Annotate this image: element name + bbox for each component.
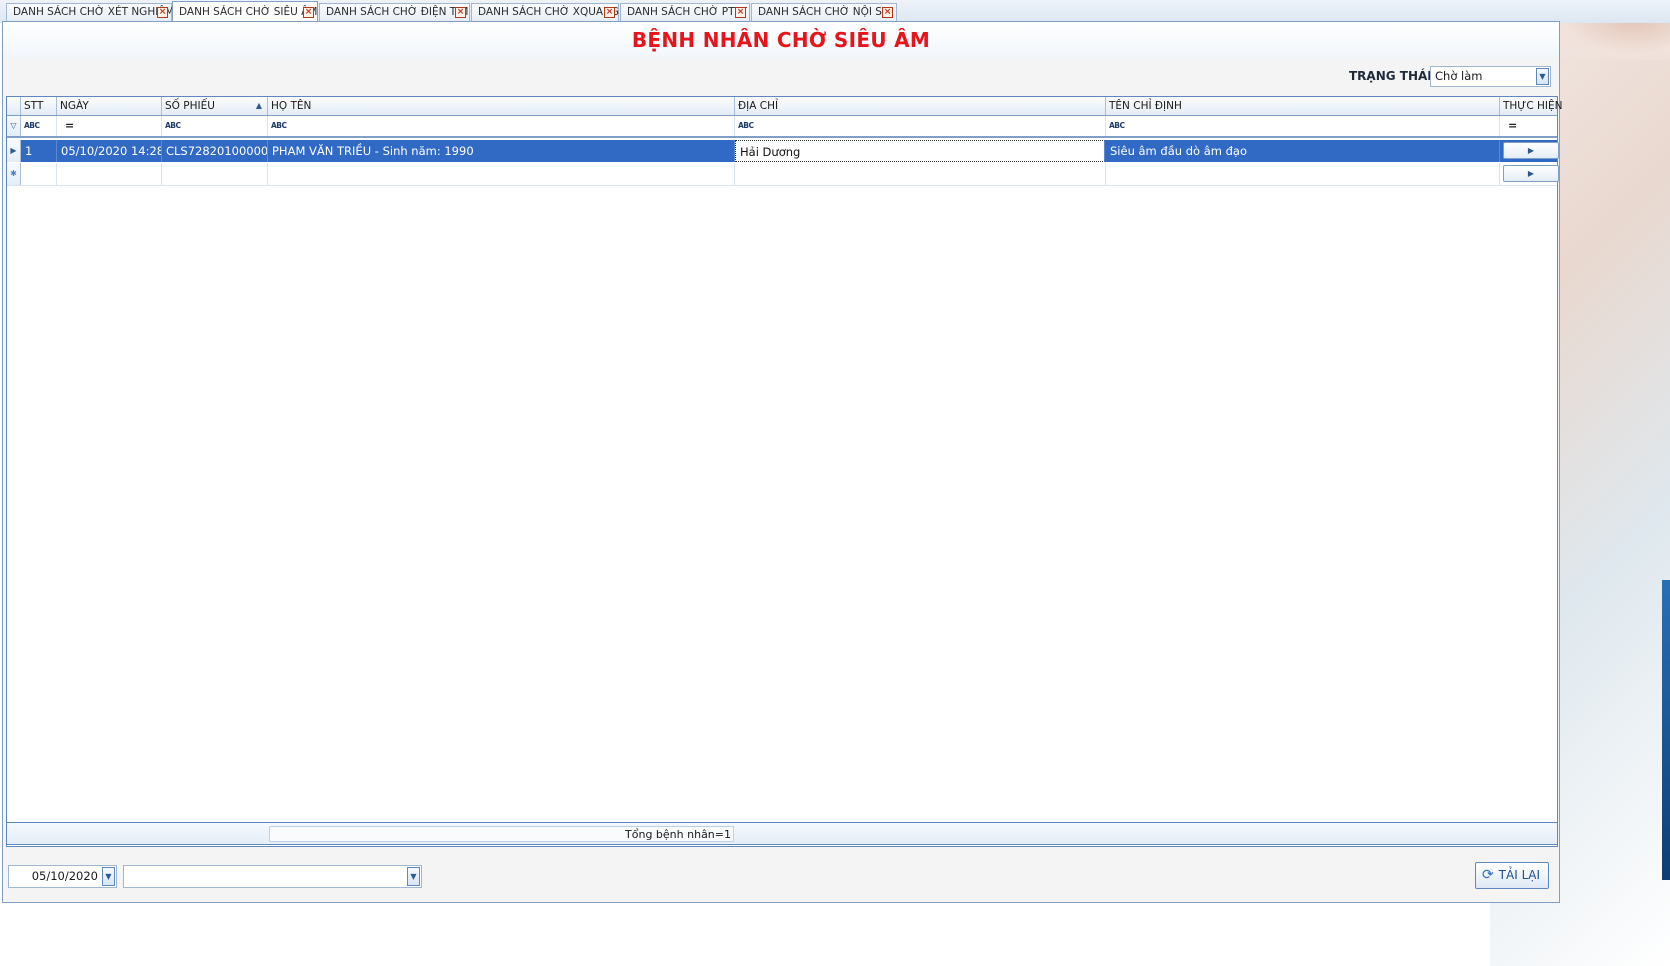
cell-ho-ten[interactable] xyxy=(268,163,735,185)
filter-cell-ho-ten[interactable]: ABC xyxy=(268,116,735,136)
table-row[interactable]: ▶ 1 05/10/2020 14:28 CLS728201000001 PHA… xyxy=(7,140,1559,162)
sort-ascending-icon: ▲ xyxy=(255,101,262,110)
total-patients: Tổng bệnh nhân=1 xyxy=(269,826,734,842)
filter-icon[interactable]: ▽ xyxy=(7,116,21,136)
filter-cell-ngay[interactable]: = xyxy=(57,116,162,136)
tab-xet-nghiem[interactable]: DANH SÁCH CHỜ XÉT NGHIỆM × xyxy=(6,3,175,21)
filter-cell-thuc-hien[interactable]: = xyxy=(1500,116,1557,136)
tab-noi-soi[interactable]: DANH SÁCH CHỜ NỘI SOI × xyxy=(751,3,897,21)
cell-stt[interactable] xyxy=(21,163,57,185)
column-header-stt[interactable]: STT xyxy=(21,97,57,115)
column-header-so-phieu[interactable]: SỐ PHIẾU ▲ xyxy=(162,97,268,115)
tab-bar: DANH SÁCH CHỜ XÉT NGHIỆM × DANH SÁCH CHỜ… xyxy=(0,0,1670,23)
text-filter-icon: ABC xyxy=(24,121,40,130)
refresh-icon: ⟳ xyxy=(1482,867,1494,883)
tab-label: DANH SÁCH CHỜ XQUANG xyxy=(478,6,620,18)
status-label: TRẠNG THÁI xyxy=(1349,69,1432,83)
tab-pttt[interactable]: DANH SÁCH CHỜ PTTT × xyxy=(620,3,750,21)
row-pointer-icon[interactable]: ▶ xyxy=(7,140,21,162)
reload-label: TẢI LẠI xyxy=(1498,868,1540,882)
status-select[interactable]: Chờ làm ▼ xyxy=(1430,66,1551,87)
column-header-ten-chi-dinh[interactable]: TÊN CHỈ ĐỊNH xyxy=(1106,97,1500,115)
reload-button[interactable]: ⟳ TẢI LẠI xyxy=(1475,862,1549,889)
cell-stt[interactable]: 1 xyxy=(21,140,57,162)
tab-label: DANH SÁCH CHỜ NỘI SOI xyxy=(758,6,894,18)
tab-label: DANH SÁCH CHỜ SIÊU ÂM xyxy=(179,6,318,18)
cell-dia-chi[interactable] xyxy=(735,163,1106,185)
grid-header: STT NGÀY SỐ PHIẾU ▲ HỌ TÊN ĐỊA CHỈ TÊN C… xyxy=(7,97,1562,116)
cell-ho-ten[interactable]: PHAM VĂN TRIỀU - Sinh năm: 1990 xyxy=(268,140,735,162)
tab-label: DANH SÁCH CHỜ PTTT xyxy=(627,6,747,18)
execute-button[interactable]: ▶ xyxy=(1503,142,1559,159)
close-icon[interactable]: × xyxy=(157,7,168,18)
close-icon[interactable]: × xyxy=(735,7,746,18)
tab-sieu-am[interactable]: DANH SÁCH CHỜ SIÊU ÂM × xyxy=(172,1,318,23)
cell-ngay[interactable]: 05/10/2020 14:28 xyxy=(57,140,162,162)
filter-cell-ten-chi-dinh[interactable]: ABC xyxy=(1106,116,1500,136)
cell-ten-chi-dinh[interactable] xyxy=(1106,163,1500,185)
column-header-dia-chi[interactable]: ĐỊA CHỈ xyxy=(735,97,1106,115)
text-filter-icon: ABC xyxy=(271,121,287,130)
secondary-select[interactable]: ▼ xyxy=(123,865,422,888)
column-header-label: SỐ PHIẾU xyxy=(165,100,215,112)
new-row-asterisk-icon: ✱ xyxy=(7,163,21,185)
main-panel: BỆNH NHÂN CHỜ SIÊU ÂM TRẠNG THÁI Chờ làm… xyxy=(2,21,1562,903)
chevron-down-icon[interactable]: ▼ xyxy=(407,867,420,886)
cell-so-phieu[interactable]: CLS728201000001 xyxy=(162,140,268,162)
text-filter-icon: ABC xyxy=(1109,121,1125,130)
tab-label: DANH SÁCH CHỜ ĐIỆN TIM xyxy=(326,6,469,18)
column-header-thuc-hien[interactable]: THỰC HIỆN xyxy=(1500,97,1562,115)
tab-dien-tim[interactable]: DANH SÁCH CHỜ ĐIỆN TIM × xyxy=(319,3,470,21)
close-icon[interactable]: × xyxy=(303,7,314,18)
date-value: 05/10/2020 xyxy=(31,869,98,883)
cell-so-phieu[interactable] xyxy=(162,163,268,185)
page-title: BỆNH NHÂN CHỜ SIÊU ÂM xyxy=(631,28,931,52)
equals-filter-icon: = xyxy=(1508,119,1518,132)
column-header-ho-ten[interactable]: HỌ TÊN xyxy=(268,97,735,115)
filter-cell-dia-chi[interactable]: ABC xyxy=(735,116,1106,136)
filter-cell-stt[interactable]: ABC xyxy=(21,116,57,136)
background-decoration-edge xyxy=(1662,580,1670,880)
tab-xquang[interactable]: DANH SÁCH CHỜ XQUANG × xyxy=(471,3,619,21)
status-value: Chờ làm xyxy=(1435,69,1483,83)
grid-footer: Tổng bệnh nhân=1 xyxy=(6,822,1558,845)
row-selector-header xyxy=(7,97,21,115)
new-row[interactable]: ✱ ▶ xyxy=(7,163,1559,186)
column-header-ngay[interactable]: NGÀY xyxy=(57,97,162,115)
chevron-down-icon[interactable]: ▼ xyxy=(102,867,115,886)
cell-ten-chi-dinh[interactable]: Siêu âm đầu dò âm đạo xyxy=(1106,140,1500,162)
patient-grid: STT NGÀY SỐ PHIẾU ▲ HỌ TÊN ĐỊA CHỈ TÊN C… xyxy=(6,96,1562,847)
filter-cell-so-phieu[interactable]: ABC xyxy=(162,116,268,136)
equals-filter-icon: = xyxy=(65,119,75,132)
text-filter-icon: ABC xyxy=(738,121,754,130)
close-icon[interactable]: × xyxy=(455,7,466,18)
cell-ngay[interactable] xyxy=(57,163,162,185)
filter-row: ▽ ABC = ABC ABC ABC ABC = xyxy=(7,116,1557,138)
close-icon[interactable]: × xyxy=(604,7,615,18)
tab-label: DANH SÁCH CHỜ XÉT NGHIỆM xyxy=(13,6,175,18)
title-bar: BỆNH NHÂN CHỜ SIÊU ÂM xyxy=(3,22,1559,58)
close-icon[interactable]: × xyxy=(882,7,893,18)
chevron-down-icon[interactable]: ▼ xyxy=(1536,68,1549,85)
cell-dia-chi[interactable]: Hải Dương xyxy=(735,140,1105,162)
date-picker[interactable]: 05/10/2020 ▼ xyxy=(8,865,117,888)
execute-button[interactable]: ▶ xyxy=(1503,165,1559,182)
text-filter-icon: ABC xyxy=(165,121,181,130)
